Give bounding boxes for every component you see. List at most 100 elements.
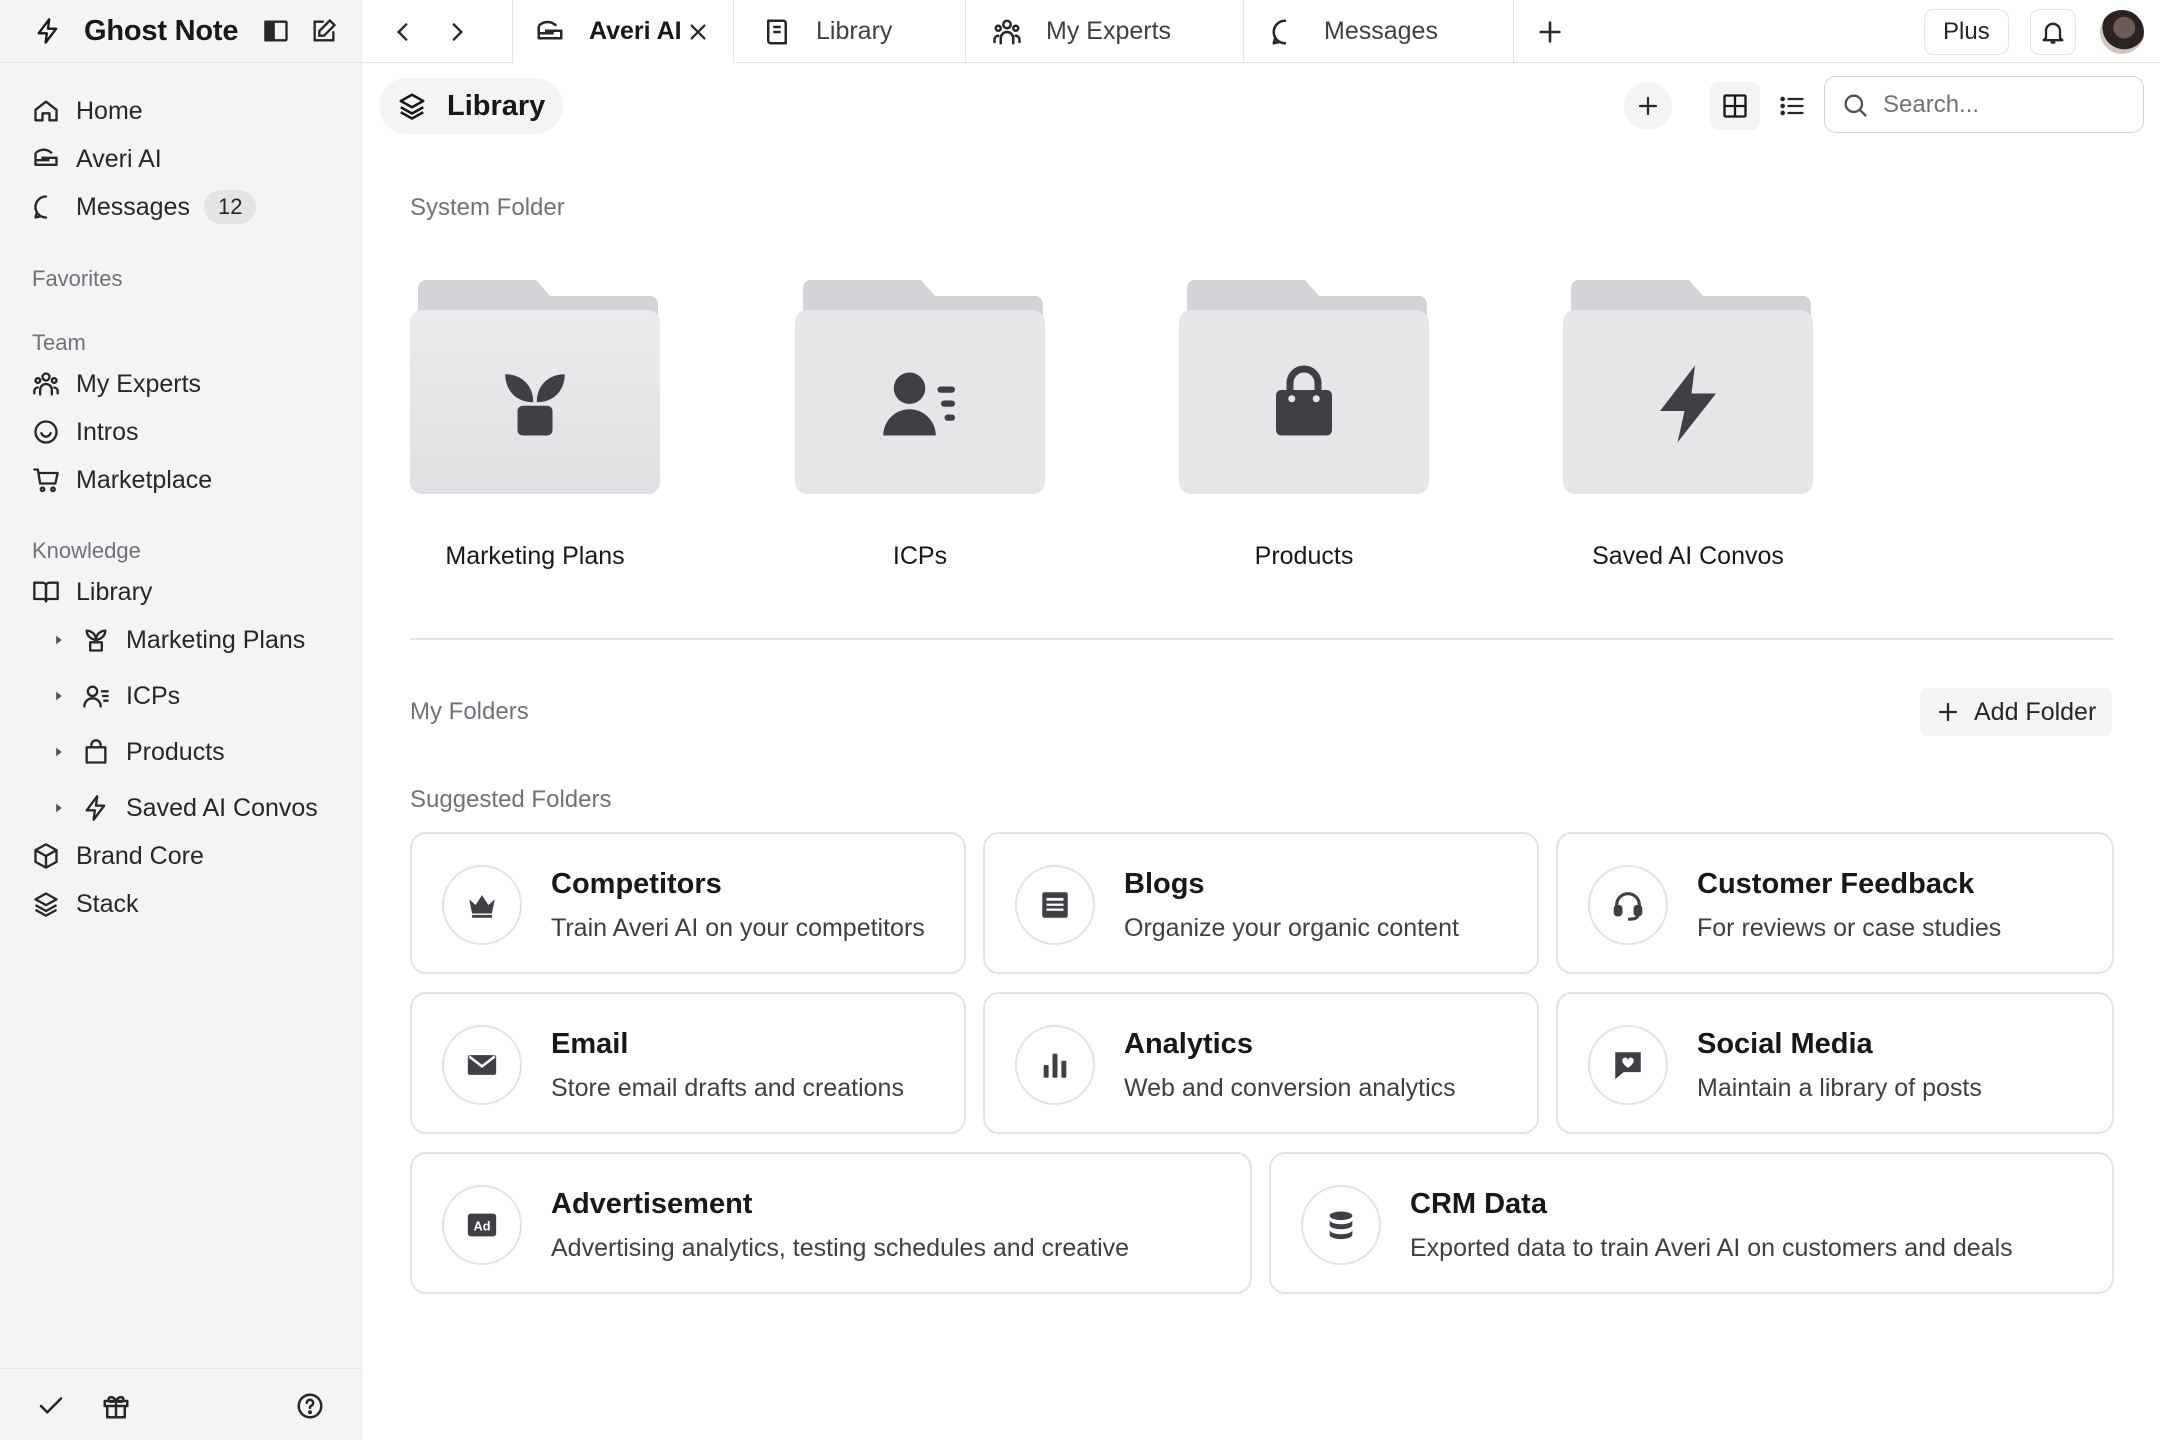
check-icon[interactable] [36,1391,66,1421]
home-icon [34,100,58,122]
folder-marketing-plans[interactable]: Marketing Plans [404,274,666,570]
sidebar-item-intros[interactable]: Intros [32,410,139,454]
heart-message-icon [1615,1052,1641,1080]
sidebar-item-stack[interactable]: Stack [32,882,139,926]
forward-arrow-icon[interactable] [444,19,470,45]
chevron-right-icon[interactable] [52,801,66,815]
suggested-folder-competitors[interactable]: Competitors Train Averi AI on your compe… [410,832,966,974]
card-description: Exported data to train Averi AI on custo… [1410,1234,2013,1262]
folder-saved-ai-convos[interactable]: Saved AI Convos [1557,274,1819,570]
folder-icps[interactable]: ICPs [789,274,1051,570]
book-open-icon [33,581,59,603]
close-icon[interactable] [687,21,709,43]
card-icon-wrapper: Ad [442,1185,522,1265]
chevron-right-icon[interactable] [52,689,66,703]
sidebar-item-saved-ai-convos[interactable]: Saved AI Convos [52,786,318,830]
card-description: For reviews or case studies [1697,914,2002,942]
card-description: Maintain a library of posts [1697,1074,1982,1102]
sidebar-item-averi-ai[interactable]: Averi AI [32,137,162,181]
sidebar: Ghost Note Home Averi AI Messages 12 Fav… [0,0,362,1440]
new-tab-icon[interactable] [1536,18,1564,46]
avatar[interactable] [2100,10,2144,54]
folder-name: ICPs [892,542,948,570]
add-button[interactable] [1624,82,1672,130]
shopping-bag-icon [1276,365,1332,436]
grid-view-button[interactable] [1710,82,1760,130]
card-description: Store email drafts and creations [551,1074,904,1102]
notifications-button[interactable] [2030,9,2076,55]
bolt-icon [85,795,106,821]
sidebar-toggle-icon[interactable] [262,17,290,45]
sidebar-item-marketplace[interactable]: Marketplace [32,458,212,502]
tab-averi-ai[interactable]: Averi AI [512,0,734,63]
search-input[interactable] [1883,90,2123,119]
chat-icon [1272,19,1287,44]
add-folder-button[interactable]: Add Folder [1920,688,2113,736]
app-name: Ghost Note [84,14,239,47]
sidebar-item-home[interactable]: Home [32,89,143,133]
suggested-folder-advertisement[interactable]: Ad Advertisement Advertising analytics, … [410,1152,1252,1294]
sidebar-item-messages[interactable]: Messages 12 [32,185,257,229]
card-icon-wrapper [442,865,522,945]
breadcrumb[interactable]: Library [379,78,564,134]
suggested-folder-social-media[interactable]: Social Media Maintain a library of posts [1556,992,2114,1134]
suggested-folder-blogs[interactable]: Blogs Organize your organic content [983,832,1539,974]
card-icon-wrapper [1588,865,1668,945]
sidebar-item-icps[interactable]: ICPs [52,674,180,718]
averi-icon [537,20,563,39]
cart-icon [33,468,59,493]
tab-messages[interactable]: Messages [1244,0,1514,63]
page-title: Library [447,89,546,122]
mail-icon [467,1055,497,1075]
folder-products[interactable]: Products [1173,274,1435,570]
card-title: Analytics [1124,1028,1253,1060]
search-icon [1844,94,1867,117]
suggested-folder-crm-data[interactable]: CRM Data Exported data to train Averi AI… [1269,1152,2114,1294]
sidebar-item-library[interactable]: Library [32,570,152,614]
tab-label: Messages [1324,17,1438,45]
gift-icon[interactable] [101,1391,131,1421]
card-description: Train Averi AI on your competitors [551,914,925,942]
tab-library[interactable]: Library [734,0,966,63]
library-page: Library System Folder Marketing Plans IC… [362,64,2160,1440]
list-view-button[interactable] [1768,82,1816,130]
chevron-right-icon[interactable] [52,745,66,759]
card-description: Organize your organic content [1124,914,1459,942]
section-favorites: Favorites [32,266,123,291]
suggested-folder-customer-feedback[interactable]: Customer Feedback For reviews or case st… [1556,832,2114,974]
suggested-folder-email[interactable]: Email Store email drafts and creations [410,992,966,1134]
bell-icon [2042,22,2064,44]
sidebar-item-brand-core[interactable]: Brand Core [32,834,204,878]
search-box[interactable] [1824,76,2144,133]
svg-text:Ad: Ad [474,1219,491,1234]
section-knowledge: Knowledge [32,538,141,563]
card-icon-wrapper [1015,865,1095,945]
card-icon-wrapper [1015,1025,1095,1105]
chevron-right-icon[interactable] [52,633,66,647]
help-icon[interactable] [295,1391,325,1421]
sidebar-item-products[interactable]: Products [52,730,225,774]
tab-label: My Experts [1046,17,1172,45]
bolt-icon [1660,365,1716,443]
tab-my-experts[interactable]: My Experts [966,0,1244,63]
headset-icon [1613,892,1643,921]
crown-icon [469,895,495,918]
card-title: Customer Feedback [1697,868,1975,900]
plan-button[interactable]: Plus [1924,9,2009,55]
sidebar-item-label: Averi AI [76,144,162,173]
back-arrow-icon[interactable] [390,19,416,45]
grid-icon [1723,94,1747,118]
sidebar-item-my-experts[interactable]: My Experts [32,362,201,406]
compose-icon[interactable] [310,17,338,45]
sidebar-item-marketing-plans[interactable]: Marketing Plans [52,618,305,662]
tab-label: Library [816,17,893,45]
app-brand: Ghost Note [0,0,362,63]
suggested-folder-analytics[interactable]: Analytics Web and conversion analytics [983,992,1539,1134]
sidebar-item-label: Products [126,737,225,766]
sidebar-item-label: My Experts [76,369,202,398]
card-description: Advertising analytics, testing schedules… [551,1234,1130,1262]
card-title: Competitors [551,868,722,900]
sidebar-item-label: Intros [76,417,139,446]
card-title: Social Media [1697,1028,1873,1060]
folder-name: Marketing Plans [445,542,625,570]
